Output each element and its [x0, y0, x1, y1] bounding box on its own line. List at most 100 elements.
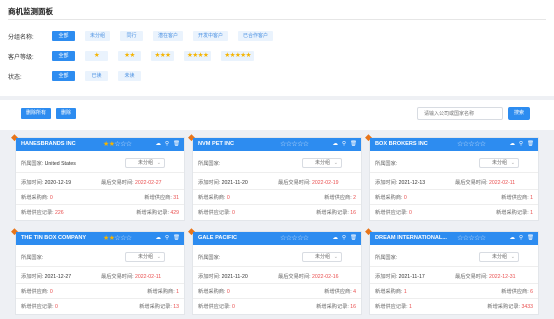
search-button[interactable]: 搜索 — [508, 107, 530, 120]
stat-value[interactable]: 3433 — [521, 304, 533, 310]
company-name[interactable]: THE TIN BOX COMPANY — [21, 235, 86, 241]
stat-value[interactable]: 16 — [350, 210, 356, 216]
cloud-icon[interactable]: ☁ — [509, 141, 515, 147]
group-select[interactable]: 未分组 ⌄ — [125, 158, 165, 168]
company-card[interactable]: ◆ HANESBRANDS INC ★★☆☆☆ ☁ ⚲ 🗑 所属国家: United Sta… — [11, 132, 185, 221]
company-name[interactable]: GALE PACIFIC — [198, 235, 237, 241]
filter-category-ungrouped[interactable]: 未分组 — [85, 31, 111, 41]
card-actions: ☁ ⚲ 🗑 — [509, 235, 534, 241]
stat-value[interactable]: 4 — [353, 289, 356, 295]
trash-icon[interactable]: 🗑 — [173, 235, 180, 241]
stat-value[interactable]: 1 — [409, 304, 412, 310]
stats-row-1: 新增采购商: 0 新增供应商: 2 — [198, 194, 356, 201]
filter-category-cooperated[interactable]: 已合作客户 — [238, 31, 274, 41]
group-select[interactable]: 未分组 ⌄ — [302, 158, 342, 168]
last-trade-row: 最后交易时间: 2022-02-11 — [101, 273, 161, 280]
stat-value[interactable]: 0 — [409, 210, 412, 216]
trash-icon[interactable]: 🗑 — [350, 235, 357, 241]
stat-value[interactable]: 13 — [173, 304, 179, 310]
company-name[interactable]: DREAM INTERNATIONAL... — [375, 235, 447, 241]
stat-right: 新增供应商: 6 — [501, 288, 533, 295]
rating-star-icon[interactable]: ☆ — [303, 235, 309, 242]
stat-value[interactable]: 0 — [227, 195, 230, 201]
country-label: 所属国家: — [198, 161, 221, 167]
delete-all-button[interactable]: 删除所有 — [21, 108, 52, 119]
stat-value[interactable]: 0 — [50, 195, 53, 201]
trash-icon[interactable]: 🗑 — [527, 141, 534, 147]
filter-grade-3[interactable]: ★★★ — [151, 51, 174, 61]
pin-icon[interactable]: ⚲ — [165, 235, 169, 241]
pin-icon[interactable]: ⚲ — [519, 141, 523, 147]
filter-category-developing[interactable]: 开发中客户 — [193, 31, 229, 41]
stat-label: 新增采购商: — [198, 289, 226, 295]
company-card[interactable]: ◆ BOX BROKERS INC ☆☆☆☆☆ ☁ ⚲ 🗑 所属国家: 未分组 ⌄ 添加时间: … — [365, 132, 539, 221]
rating-star-icon[interactable]: ☆ — [480, 141, 486, 148]
rating-star-icon[interactable]: ☆ — [303, 141, 309, 148]
filter-status-unread[interactable]: 未读 — [118, 71, 141, 81]
last-trade-label: 最后交易时间: — [455, 274, 488, 280]
filter-status-read[interactable]: 已读 — [85, 71, 108, 81]
stat-right: 新增供应商: 1 — [501, 194, 533, 201]
stat-label: 新增采购商: — [375, 289, 403, 295]
group-select[interactable]: 未分组 ⌄ — [302, 252, 342, 262]
stat-value[interactable]: 1 — [176, 289, 179, 295]
stat-value[interactable]: 1 — [530, 210, 533, 216]
rating-star-icon[interactable]: ☆ — [126, 235, 132, 242]
stat-label: 新增采购商: — [375, 195, 403, 201]
trash-icon[interactable]: 🗑 — [350, 141, 357, 147]
company-card[interactable]: ◆ THE TIN BOX COMPANY ★★☆☆☆ ☁ ⚲ 🗑 所属国家: 未分组 ⌄ 添加… — [11, 226, 185, 315]
stat-value[interactable]: 16 — [350, 304, 356, 310]
rating-stars: ☆☆☆☆☆ — [280, 140, 309, 148]
group-select[interactable]: 未分组 ⌄ — [125, 252, 165, 262]
company-name[interactable]: HANESBRANDS INC — [21, 141, 76, 147]
company-name[interactable]: NVM PET INC — [198, 141, 234, 147]
stat-value[interactable]: 2 — [353, 195, 356, 201]
stat-value[interactable]: 1 — [530, 195, 533, 201]
cloud-icon[interactable]: ☁ — [332, 235, 338, 241]
pin-icon[interactable]: ⚲ — [342, 235, 346, 241]
cloud-icon[interactable]: ☁ — [509, 235, 515, 241]
company-card[interactable]: ◆ NVM PET INC ☆☆☆☆☆ ☁ ⚲ 🗑 所属国家: 未分组 ⌄ 添加时间: 2021… — [188, 132, 362, 221]
group-select[interactable]: 未分组 ⌄ — [479, 158, 519, 168]
company-card[interactable]: ◆ DREAM INTERNATIONAL... ☆☆☆☆☆ ☁ ⚲ 🗑 所属国家: 未分组… — [365, 226, 539, 315]
stat-value[interactable]: 0 — [404, 195, 407, 201]
filter-grade-1[interactable]: ★ — [85, 51, 108, 61]
stat-value[interactable]: 0 — [55, 304, 58, 310]
stat-value[interactable]: 0 — [232, 210, 235, 216]
stat-label: 新增供应记录: — [198, 304, 231, 310]
stat-value[interactable]: 429 — [170, 210, 179, 216]
filter-grade-5[interactable]: ★★★★★ — [221, 51, 254, 61]
filter-grade-2[interactable]: ★★ — [118, 51, 141, 61]
cloud-icon[interactable]: ☁ — [332, 141, 338, 147]
group-select-value: 未分组 — [315, 160, 331, 166]
filter-category-peers[interactable]: 同行 — [120, 31, 144, 41]
stat-value[interactable]: 0 — [50, 289, 53, 295]
company-card[interactable]: ◆ GALE PACIFIC ☆☆☆☆☆ ☁ ⚲ 🗑 所属国家: 未分组 ⌄ 添加时间: 202… — [188, 226, 362, 315]
filter-category-potential[interactable]: 潜在客户 — [153, 31, 184, 41]
cloud-icon[interactable]: ☁ — [155, 141, 161, 147]
stat-value[interactable]: 6 — [530, 289, 533, 295]
search-input[interactable] — [417, 107, 503, 120]
pin-icon[interactable]: ⚲ — [519, 235, 523, 241]
rating-star-icon[interactable]: ☆ — [126, 141, 132, 148]
filter-status-all[interactable]: 全部 — [52, 71, 75, 81]
country-row: 所属国家: United States 未分组 ⌄ — [21, 158, 179, 168]
trash-icon[interactable]: 🗑 — [173, 141, 180, 147]
filter-category-all[interactable]: 全部 — [52, 31, 75, 41]
filter-grade-all[interactable]: 全部 — [52, 51, 75, 61]
stat-value[interactable]: 0 — [227, 289, 230, 295]
delete-button[interactable]: 删除 — [56, 108, 77, 119]
cloud-icon[interactable]: ☁ — [155, 235, 161, 241]
stat-value[interactable]: 0 — [232, 304, 235, 310]
trash-icon[interactable]: 🗑 — [527, 235, 534, 241]
group-select[interactable]: 未分组 ⌄ — [479, 252, 519, 262]
pin-icon[interactable]: ⚲ — [165, 141, 169, 147]
stat-value[interactable]: 31 — [173, 195, 179, 201]
filter-grade-4[interactable]: ★★★★ — [184, 51, 212, 61]
stat-value[interactable]: 226 — [55, 210, 64, 216]
rating-star-icon[interactable]: ☆ — [480, 235, 486, 242]
stat-value[interactable]: 1 — [404, 289, 407, 295]
pin-icon[interactable]: ⚲ — [342, 141, 346, 147]
group-select-value: 未分组 — [492, 254, 508, 260]
company-name[interactable]: BOX BROKERS INC — [375, 141, 428, 147]
